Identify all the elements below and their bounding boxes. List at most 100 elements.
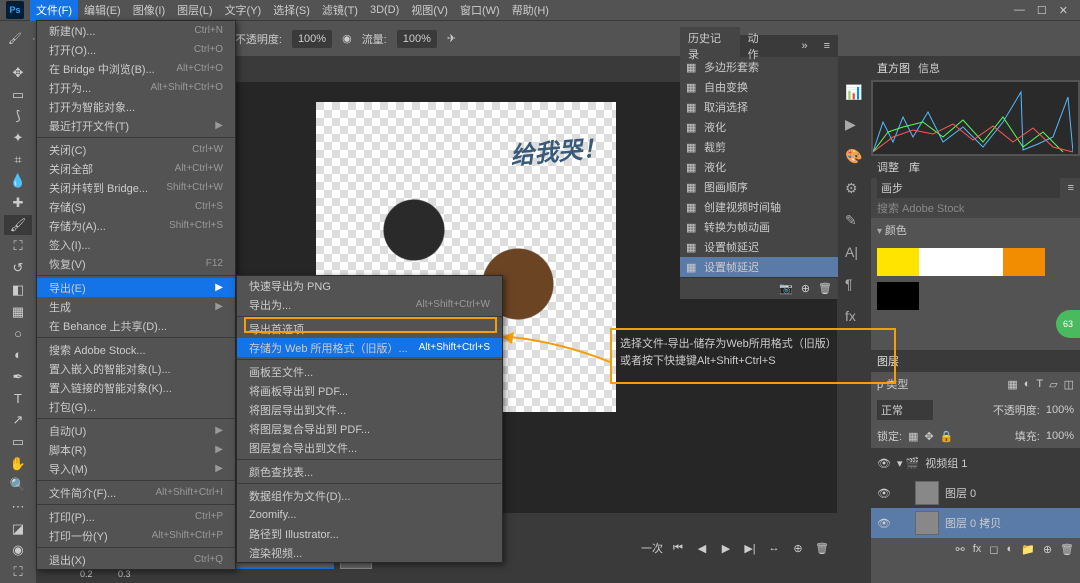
menu-item[interactable]: 恢复(V)F12 (37, 254, 235, 273)
history-state[interactable]: ▦设置帧延迟 (680, 237, 838, 257)
lock-position-icon[interactable]: ✥ (924, 430, 933, 443)
menu-item[interactable]: 置入链接的智能对象(K)... (37, 378, 235, 397)
shape-tool-icon[interactable]: ▭ (4, 432, 32, 452)
library-select[interactable]: 画步 (877, 178, 1060, 198)
menu-item[interactable]: 最近打开文件(T)▶ (37, 116, 235, 135)
zoom-tool-icon[interactable]: 🔍 (4, 475, 32, 495)
dodge-tool-icon[interactable]: ◐ (4, 345, 32, 365)
path-tool-icon[interactable]: ↗ (4, 410, 32, 430)
swatch[interactable] (961, 248, 1003, 276)
flow-field[interactable]: 100% (397, 30, 437, 48)
menu-item[interactable]: 签入(I)... (37, 235, 235, 254)
play-icon[interactable]: ▶ (717, 539, 735, 557)
character-icon[interactable]: A| (845, 244, 863, 262)
menu-help[interactable]: 帮助(H) (506, 0, 555, 21)
submenu-item[interactable]: 存储为 Web 所用格式（旧版）...Alt+Shift+Ctrl+S (237, 338, 502, 357)
crop-tool-icon[interactable]: ⌗ (4, 150, 32, 170)
play-icon[interactable]: ▶ (845, 116, 863, 134)
more-tools-icon[interactable]: ⋯ (4, 497, 32, 517)
search-stock-input[interactable]: 搜索 Adobe Stock (877, 200, 964, 216)
library-menu-icon[interactable]: ≡ (1068, 182, 1074, 194)
menu-item[interactable]: 打包(G)... (37, 397, 235, 416)
prev-frame-icon[interactable]: ◀ (693, 539, 711, 557)
lock-pixels-icon[interactable]: ▦ (908, 430, 918, 443)
history-state[interactable]: ▦自由变换 (680, 77, 838, 97)
history-brush-icon[interactable]: ↺ (4, 258, 32, 278)
new-adjustment-icon[interactable]: ◐ (1006, 543, 1013, 555)
window-minimize-icon[interactable]: — (1014, 4, 1025, 17)
move-tool-icon[interactable]: ✥ (4, 63, 32, 83)
history-state[interactable]: ▦液化 (680, 117, 838, 137)
pressure-opacity-icon[interactable]: ◉ (342, 32, 352, 45)
link-layers-icon[interactable]: ⚯ (956, 543, 965, 556)
layer-fx-icon[interactable]: fx (973, 543, 982, 555)
frame-delay-1[interactable]: 0.2 (80, 569, 93, 579)
submenu-item[interactable]: 导出首选项... (237, 319, 502, 338)
next-frame-icon[interactable]: ▶| (741, 539, 759, 557)
swatches-icon[interactable]: 🎨 (845, 148, 863, 166)
menu-item[interactable]: 自动(U)▶ (37, 421, 235, 440)
menu-item[interactable]: 关闭全部Alt+Ctrl+W (37, 159, 235, 178)
heal-tool-icon[interactable]: ✚ (4, 193, 32, 213)
filter-shape-icon[interactable]: ▱ (1049, 378, 1057, 391)
adjust-icon[interactable]: ⚙ (845, 180, 863, 198)
menu-type[interactable]: 文字(Y) (219, 0, 268, 21)
delete-state-icon[interactable]: 🗑 (818, 282, 832, 295)
history-state[interactable]: ▦创建视频时间轴 (680, 197, 838, 217)
menu-item[interactable]: 存储(S)Ctrl+S (37, 197, 235, 216)
history-state[interactable]: ▦转换为帧动画 (680, 217, 838, 237)
panel-menu-icon[interactable]: ≡ (816, 37, 838, 55)
new-frame-icon[interactable]: ⊕ (789, 539, 807, 557)
styles-icon[interactable]: fx (845, 308, 863, 326)
submenu-item[interactable]: 渲染视频... (237, 543, 502, 562)
submenu-item[interactable]: 颜色查找表... (237, 462, 502, 481)
menu-file[interactable]: 文件(F) (30, 0, 78, 21)
window-close-icon[interactable]: ✕ (1059, 4, 1068, 17)
submenu-item[interactable]: 图层复合导出到文件... (237, 438, 502, 457)
swatch[interactable] (1003, 248, 1045, 276)
history-state[interactable]: ▦裁剪 (680, 137, 838, 157)
panel-collapse-icon[interactable]: » (793, 37, 815, 55)
eraser-tool-icon[interactable]: ◧ (4, 280, 32, 300)
lock-all-icon[interactable]: 🔒 (940, 430, 954, 443)
visibility-icon[interactable]: 👁 (877, 517, 891, 530)
layer-mask-icon[interactable]: ◻ (989, 543, 998, 556)
new-doc-icon[interactable]: ⊕ (801, 282, 810, 295)
pen-tool-icon[interactable]: ✒ (4, 367, 32, 387)
hand-tool-icon[interactable]: ✋ (4, 454, 32, 474)
submenu-item[interactable]: 导出为...Alt+Shift+Ctrl+W (237, 295, 502, 314)
opacity-field[interactable]: 100% (292, 30, 332, 48)
new-group-icon[interactable]: 📁 (1021, 543, 1035, 556)
menu-item[interactable]: 搜索 Adobe Stock... (37, 340, 235, 359)
history-state[interactable]: ▦取消选择 (680, 97, 838, 117)
menu-layer[interactable]: 图层(L) (171, 0, 218, 21)
swatch[interactable] (919, 248, 961, 276)
menu-item[interactable]: 在 Bridge 中浏览(B)...Alt+Ctrl+O (37, 59, 235, 78)
window-maximize-icon[interactable]: ☐ (1037, 4, 1047, 17)
history-state[interactable]: ▦设置帧延迟 (680, 257, 838, 277)
airbrush-icon[interactable]: ✈ (447, 32, 456, 45)
loop-label[interactable]: 一次 (641, 540, 663, 556)
menu-item[interactable]: 新建(N)...Ctrl+N (37, 21, 235, 40)
submenu-item[interactable]: 画板至文件... (237, 362, 502, 381)
submenu-item[interactable]: 将画板导出到 PDF... (237, 381, 502, 400)
new-layer-icon[interactable]: ⊕ (1043, 543, 1052, 556)
history-state[interactable]: ▦液化 (680, 157, 838, 177)
screenmode-icon[interactable]: ⛶ (4, 562, 32, 582)
layer-row[interactable]: 👁 图层 0 拷贝 (871, 508, 1080, 538)
menu-edit[interactable]: 编辑(E) (78, 0, 127, 21)
menu-item[interactable]: 打开为...Alt+Shift+Ctrl+O (37, 78, 235, 97)
histogram-tab[interactable]: 直方图 (877, 60, 910, 76)
history-state[interactable]: ▦图画顺序 (680, 177, 838, 197)
menu-item[interactable]: 脚本(R)▶ (37, 440, 235, 459)
menu-view[interactable]: 视图(V) (405, 0, 454, 21)
tween-icon[interactable]: ↔ (765, 539, 783, 557)
submenu-item[interactable]: 快速导出为 PNG (237, 276, 502, 295)
submenu-item[interactable]: 路径到 Illustrator... (237, 524, 502, 543)
menu-item[interactable]: 打印一份(Y)Alt+Shift+Ctrl+P (37, 526, 235, 545)
blend-mode-select[interactable]: 正常 (877, 400, 933, 420)
visibility-icon[interactable]: 👁 (877, 487, 891, 500)
menu-filter[interactable]: 滤镜(T) (316, 0, 364, 21)
blur-tool-icon[interactable]: ○ (4, 323, 32, 343)
filter-smart-icon[interactable]: ◫ (1064, 378, 1074, 391)
